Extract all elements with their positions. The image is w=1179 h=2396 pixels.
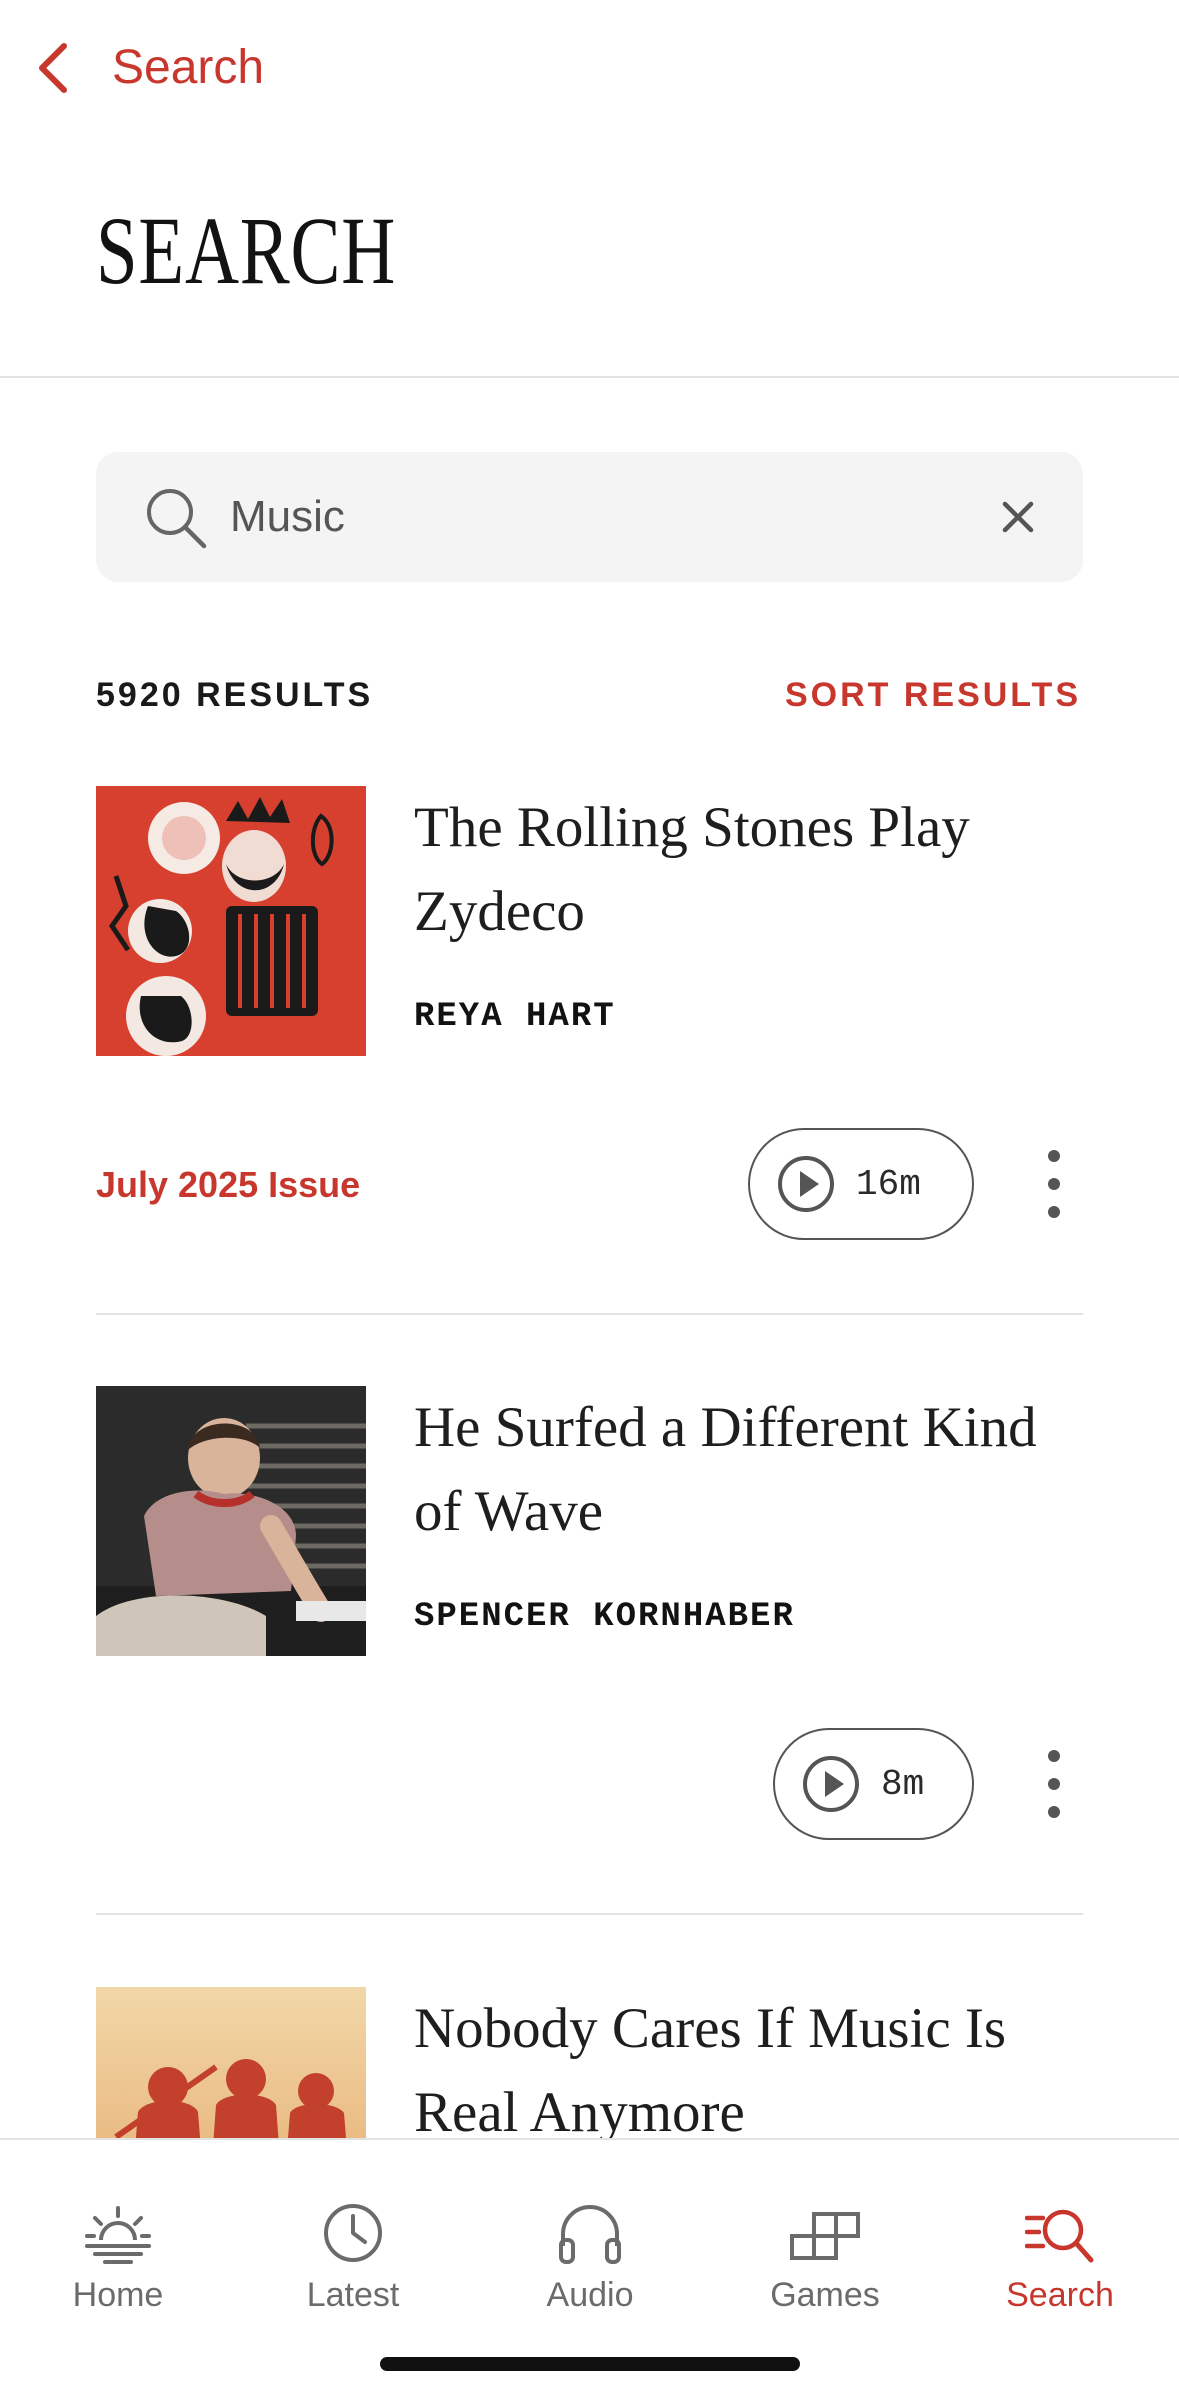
result-title[interactable]: He Surfed a Different Kind of Wave [414, 1386, 1084, 1554]
search-input[interactable] [230, 482, 930, 552]
play-audio-button[interactable]: 8m [773, 1728, 974, 1840]
result-title[interactable]: The Rolling Stones Play Zydeco [414, 786, 1084, 954]
clear-search-button[interactable] [993, 492, 1043, 542]
games-icon [790, 2202, 860, 2264]
tab-label: Latest [306, 2276, 400, 2314]
tab-games[interactable]: Games [725, 2202, 925, 2315]
result-item[interactable]: The Rolling Stones Play Zydeco REYA HART… [96, 786, 1083, 1246]
sunrise-icon [83, 2202, 153, 2264]
back-label: Search [112, 41, 265, 94]
result-author: REYA HART [414, 998, 616, 1036]
result-title[interactable]: Nobody Cares If Music Is Real Anymore [414, 1987, 1083, 2138]
illustration-accordion-player [96, 786, 366, 1056]
search-list-icon [1024, 2202, 1095, 2264]
home-indicator [380, 2357, 800, 2371]
headphones-icon [555, 2202, 625, 2264]
tab-home[interactable]: Home [18, 2202, 218, 2315]
tab-label: Games [770, 2276, 880, 2314]
tab-label: Home [72, 2276, 164, 2314]
photo-band-silhouettes [96, 1987, 366, 2138]
header-divider [0, 376, 1179, 378]
play-icon [801, 1754, 861, 1814]
photo-musician-at-keyboard [96, 1386, 366, 1656]
results-count: 5920 RESULTS [96, 676, 374, 714]
tab-latest[interactable]: Latest [253, 2202, 453, 2315]
more-options-icon[interactable] [1034, 1744, 1074, 1824]
result-author: SPENCER KORNHABER [414, 1598, 795, 1636]
top-nav-bar: Search [0, 0, 1179, 135]
search-bar [96, 452, 1083, 582]
tab-search[interactable]: Search [960, 2202, 1160, 2315]
tab-label: Audio [546, 2276, 634, 2314]
clock-icon [318, 2202, 388, 2264]
tab-label: Search [1006, 2276, 1114, 2314]
chevron-left-icon [36, 30, 84, 105]
result-item[interactable]: He Surfed a Different Kind of Wave SPENC… [96, 1386, 1083, 1846]
back-button[interactable]: Search [36, 30, 264, 105]
row-divider [96, 1313, 1083, 1315]
page-title: SEARCH [96, 197, 397, 304]
tab-audio[interactable]: Audio [490, 2202, 690, 2315]
audio-duration: 16m [856, 1163, 921, 1205]
play-audio-button[interactable]: 16m [748, 1128, 974, 1240]
play-icon [776, 1154, 836, 1214]
more-options-icon[interactable] [1034, 1144, 1074, 1224]
search-icon [144, 486, 208, 550]
row-divider [96, 1913, 1083, 1915]
sort-results-button[interactable]: SORT RESULTS [785, 676, 1081, 715]
audio-duration: 8m [881, 1763, 925, 1805]
result-item[interactable]: Nobody Cares If Music Is Real Anymore [96, 1987, 1083, 2138]
issue-link[interactable]: July 2025 Issue [96, 1164, 360, 1206]
